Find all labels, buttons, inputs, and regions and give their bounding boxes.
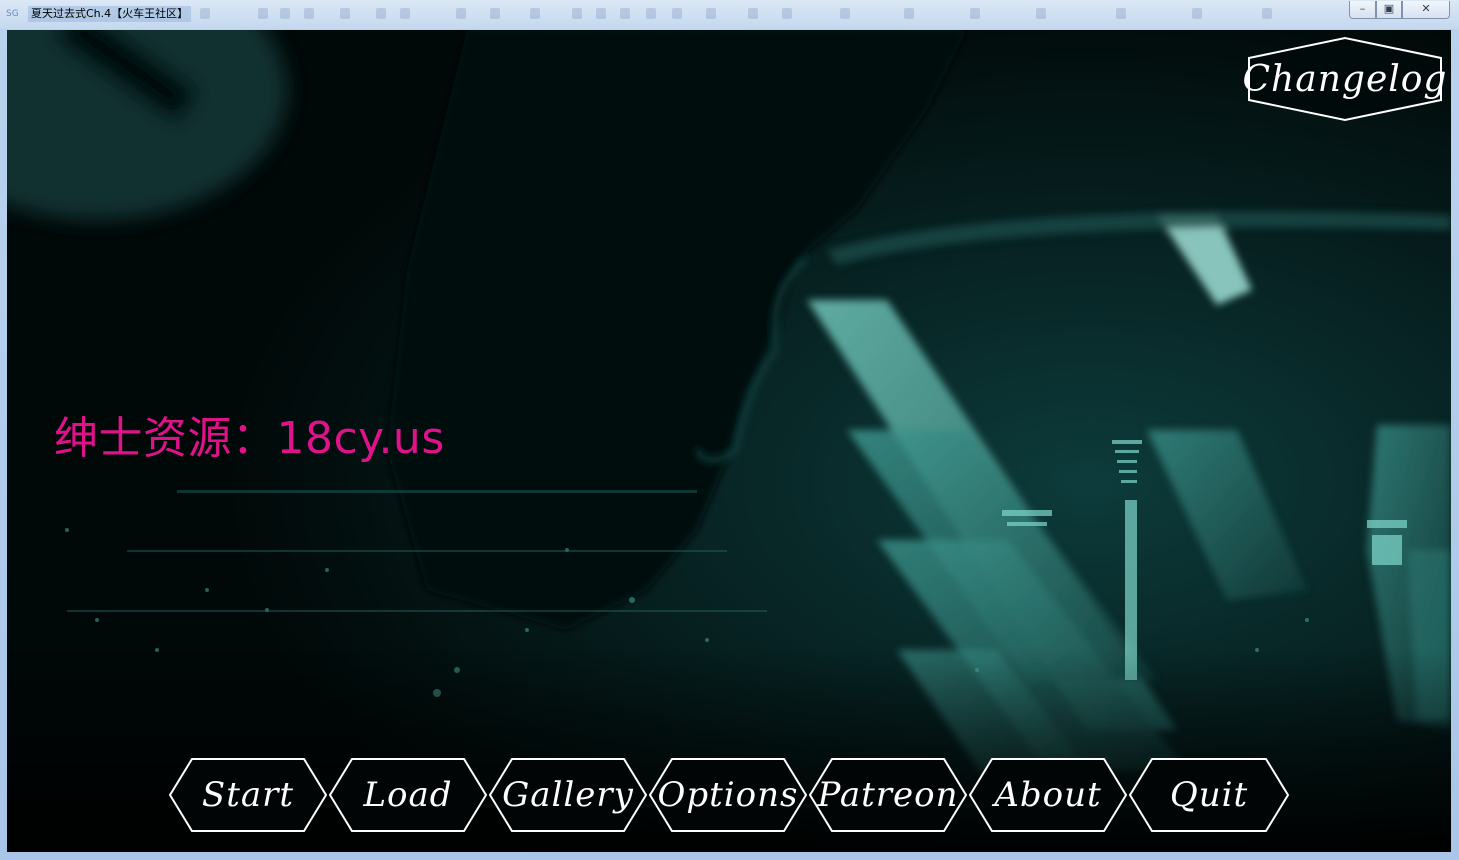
options-label: Options bbox=[657, 775, 799, 815]
app-icon: SG bbox=[6, 9, 19, 19]
close-icon: ✕ bbox=[1421, 2, 1431, 15]
patreon-label: Patreon bbox=[817, 775, 959, 815]
maximize-icon: ▣ bbox=[1383, 2, 1395, 15]
start-button[interactable]: Start bbox=[168, 757, 328, 833]
gallery-label: Gallery bbox=[502, 775, 634, 815]
application-window: SG 夏天过去式Ch.4【火车王社区】 – ▣ ✕ 绅士资源：18cy.us C… bbox=[0, 0, 1459, 860]
maximize-button[interactable]: ▣ bbox=[1376, 1, 1402, 19]
load-label: Load bbox=[363, 775, 453, 815]
game-viewport[interactable]: 绅士资源：18cy.us Changelog Start Load Galler… bbox=[7, 30, 1451, 852]
start-label: Start bbox=[201, 775, 295, 815]
changelog-label: Changelog bbox=[1242, 58, 1448, 100]
patreon-button[interactable]: Patreon bbox=[808, 757, 968, 833]
about-label: About bbox=[994, 775, 1102, 815]
quit-label: Quit bbox=[1169, 775, 1249, 815]
quit-button[interactable]: Quit bbox=[1128, 757, 1290, 833]
changelog-button[interactable]: Changelog bbox=[1242, 36, 1448, 122]
gallery-button[interactable]: Gallery bbox=[488, 757, 648, 833]
minimize-icon: – bbox=[1359, 2, 1366, 15]
watermark-text: 绅士资源：18cy.us bbox=[54, 413, 445, 464]
close-button[interactable]: ✕ bbox=[1402, 1, 1450, 19]
about-button[interactable]: About bbox=[968, 757, 1128, 833]
background-toolbar-ghost bbox=[200, 6, 1280, 22]
minimize-button[interactable]: – bbox=[1349, 1, 1376, 19]
window-title: 夏天过去式Ch.4【火车王社区】 bbox=[28, 6, 192, 22]
load-button[interactable]: Load bbox=[328, 757, 488, 833]
options-button[interactable]: Options bbox=[648, 757, 808, 833]
title-bar[interactable]: SG 夏天过去式Ch.4【火车王社区】 – ▣ ✕ bbox=[0, 0, 1459, 29]
